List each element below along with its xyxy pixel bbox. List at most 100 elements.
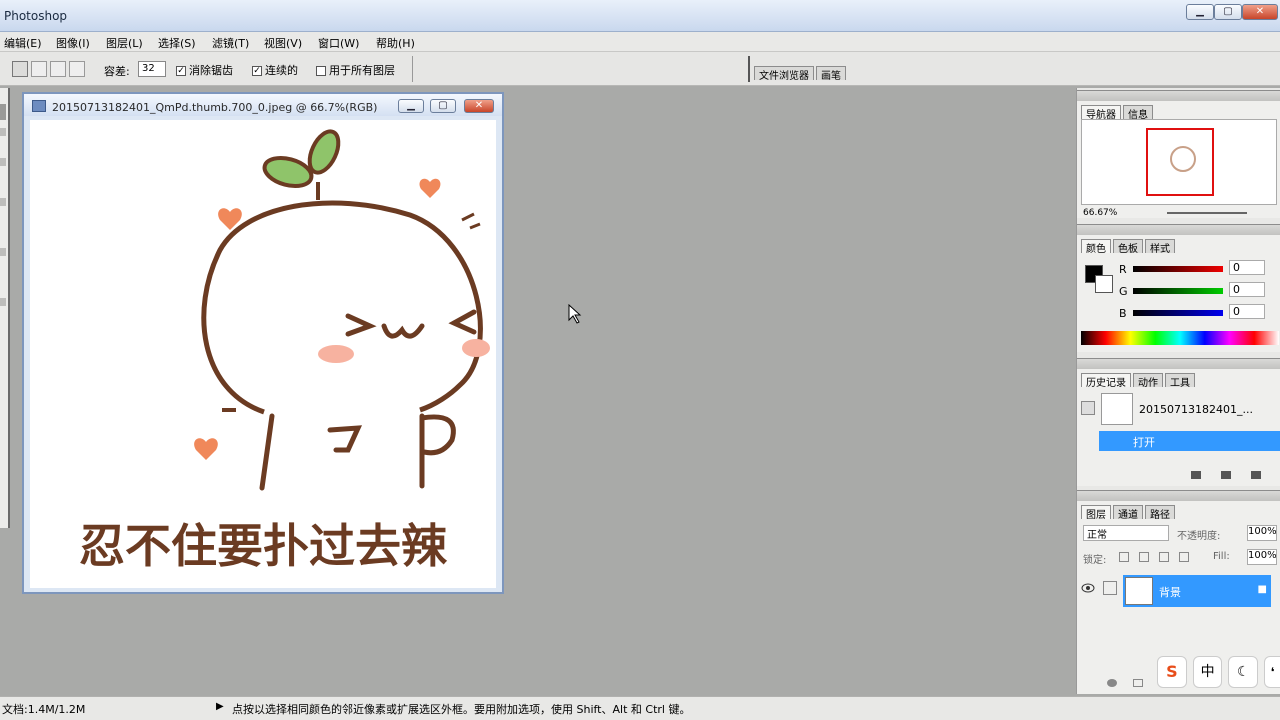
navigator-view-box[interactable] [1146,128,1214,196]
tab-brushes[interactable]: 画笔 [816,66,846,82]
menu-help[interactable]: 帮助(H) [376,35,415,51]
palette-column: 导航器 信息 66.67% 颜色 色板 样式 R 0 G 0 B 0 历史记录 动作 工具 [1076,88,1280,694]
blend-mode-select[interactable]: 正常 [1083,525,1169,541]
subtract-selection-icon[interactable] [50,61,66,77]
navigator-zoom[interactable]: 66.67% [1083,208,1117,218]
add-selection-icon[interactable] [31,61,47,77]
lock-all-icon[interactable] [1179,552,1189,562]
fill-label: Fill: [1213,551,1230,562]
lock-label: 锁定: [1083,555,1107,566]
b-input[interactable]: 0 [1229,304,1265,319]
history-state-row[interactable]: 打开 [1099,431,1280,451]
leaf-right [307,129,341,175]
tool-icon[interactable] [0,104,6,120]
tab-layers[interactable]: 图层 [1081,505,1111,521]
maximize-button[interactable]: ▢ [1214,4,1242,20]
r-slider[interactable] [1133,266,1223,272]
panel-header[interactable] [1077,91,1280,101]
tab-swatches[interactable]: 色板 [1113,239,1143,255]
document-window[interactable]: 20150713182401_QmPd.thumb.700_0.jpeg @ 6… [22,92,504,594]
g-input[interactable]: 0 [1229,282,1265,297]
menu-layer[interactable]: 图层(L) [106,35,143,51]
punctuation-icon[interactable]: ❛ [1264,656,1280,688]
trash-icon[interactable] [1251,471,1261,479]
doc-maximize-button[interactable]: ▢ [430,99,456,113]
menu-image[interactable]: 图像(I) [56,35,90,51]
history-step-label: 打开 [1133,436,1155,449]
new-snapshot-icon[interactable] [1221,471,1231,479]
menu-filter[interactable]: 滤镜(T) [212,35,249,51]
contiguous-checkbox[interactable]: ✓ 连续的 [252,62,298,78]
close-button[interactable]: ✕ [1242,4,1278,20]
color-panel: 颜色 色板 样式 R 0 G 0 B 0 [1077,224,1280,352]
layer-name: 背景 [1159,586,1181,599]
motion-lines [461,212,481,230]
app-titlebar: Photoshop ▁ ▢ ✕ [0,0,1280,32]
image-canvas[interactable]: 忍不住要扑过去辣 [30,120,496,588]
opacity-label: 不透明度: [1177,531,1221,542]
menu-view[interactable]: 视图(V) [264,35,302,51]
tab-actions[interactable]: 动作 [1133,373,1163,389]
lock-transparency-checkbox[interactable] [1119,552,1129,562]
b-slider[interactable] [1133,310,1223,316]
new-selection-icon[interactable] [12,61,28,77]
tab-navigator[interactable]: 导航器 [1081,105,1121,121]
tab-file-browser[interactable]: 文件浏览器 [754,66,814,82]
palette-well: 文件浏览器 画笔 [754,66,848,82]
anti-alias-checkbox[interactable]: ✓ 消除锯齿 [176,62,233,78]
tolerance-input[interactable]: 32 [138,61,166,77]
document-size[interactable]: 文档:1.4M/1.2M [2,701,85,717]
layer-mask-icon[interactable] [1133,679,1143,687]
doc-minimize-button[interactable]: ▁ [398,99,424,113]
tab-paths[interactable]: 路径 [1145,505,1175,521]
panel-header[interactable] [1077,491,1280,501]
tool-icon[interactable] [0,298,6,306]
menu-select[interactable]: 选择(S) [158,35,196,51]
eye-icon[interactable] [1081,581,1095,595]
tool-icon[interactable] [0,128,6,136]
panel-header[interactable] [1077,359,1280,369]
lock-move-icon[interactable] [1159,552,1169,562]
menu-bar: 编辑(E) 图像(I) 图层(L) 选择(S) 滤镜(T) 视图(V) 窗口(W… [0,32,1280,52]
history-panel: 历史记录 动作 工具 20150713182401_... 打开 [1077,358,1280,486]
document-icon [32,100,46,112]
layer-brush-icon[interactable] [1103,581,1117,595]
r-input[interactable]: 0 [1229,260,1265,275]
tab-info[interactable]: 信息 [1123,105,1153,121]
snapshot-name[interactable]: 20150713182401_... [1139,403,1253,416]
sogou-ime-icon[interactable]: S [1157,656,1187,688]
history-brush-icon[interactable] [1081,401,1095,415]
tab-styles[interactable]: 样式 [1145,239,1175,255]
tool-icon[interactable] [0,198,6,206]
new-document-icon[interactable] [1191,471,1201,479]
tab-channels[interactable]: 通道 [1113,505,1143,521]
intersect-selection-icon[interactable] [69,61,85,77]
tool-icon[interactable] [0,248,6,256]
tab-tools[interactable]: 工具 [1165,373,1195,389]
input-mode-toggle[interactable]: 中 [1192,656,1223,688]
layer-style-icon[interactable] [1107,679,1117,687]
zoom-slider[interactable] [1167,212,1247,214]
tab-color[interactable]: 颜色 [1081,239,1111,255]
g-slider[interactable] [1133,288,1223,294]
fill-input[interactable]: 100% [1247,549,1277,565]
blush-right [462,339,490,357]
status-arrow-icon[interactable]: ▶ [216,701,224,712]
tool-hint: 点按以选择相同颜色的邻近像素或扩展选区外框。要用附加选项，使用 Shift、Al… [232,703,691,716]
tool-icon[interactable] [0,158,6,166]
color-ramp[interactable] [1081,331,1279,345]
leaf-left [262,155,314,189]
panel-header[interactable] [1077,225,1280,235]
lock-paint-icon[interactable] [1139,552,1149,562]
doc-close-button[interactable]: ✕ [464,99,494,113]
background-color-swatch[interactable] [1095,275,1113,293]
options-bar: 容差: 32 ✓ 消除锯齿 ✓ 连续的 用于所有图层 文件浏览器 画笔 [0,52,1280,86]
menu-window[interactable]: 窗口(W) [318,35,359,51]
sample-all-checkbox[interactable]: 用于所有图层 [316,62,395,78]
opacity-input[interactable]: 100% [1247,525,1277,541]
tab-history[interactable]: 历史记录 [1081,373,1131,389]
minimize-button[interactable]: ▁ [1186,4,1214,20]
menu-edit[interactable]: 编辑(E) [4,35,42,51]
moon-icon[interactable]: ☾ [1228,656,1259,688]
layer-row-background[interactable]: 背景 ■ [1123,575,1271,607]
